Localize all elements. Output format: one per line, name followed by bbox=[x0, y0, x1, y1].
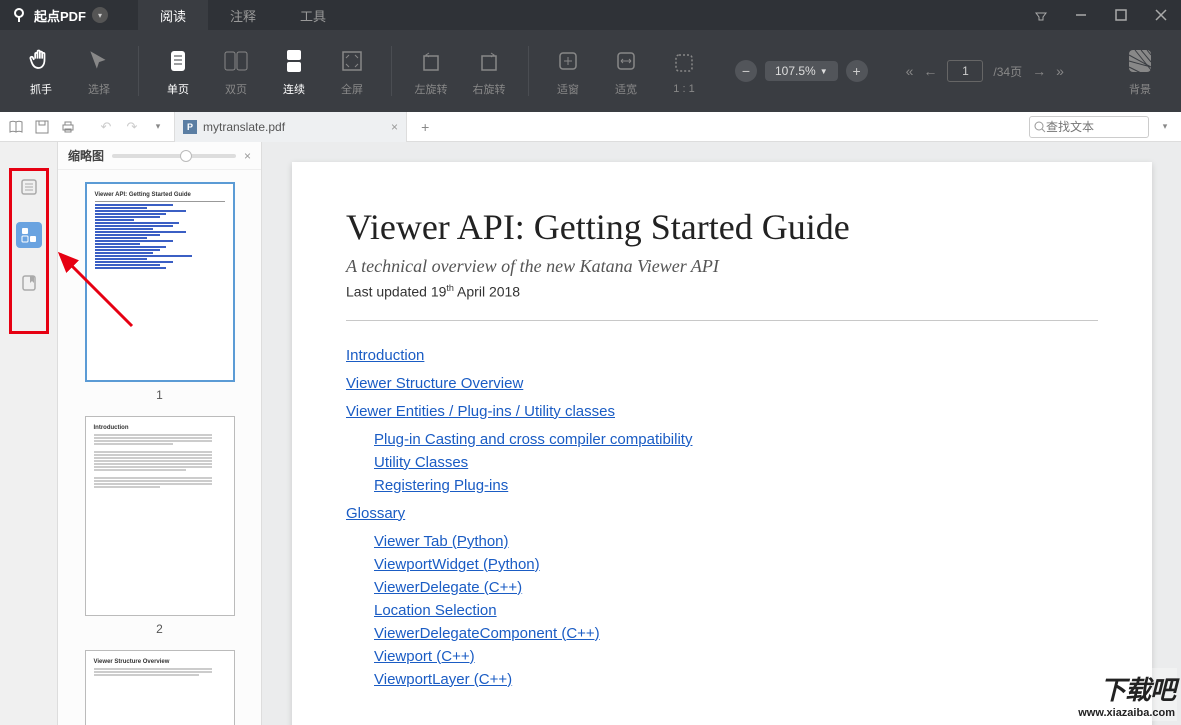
file-tab[interactable]: P mytranslate.pdf × bbox=[174, 112, 407, 142]
redo-icon[interactable]: ↷ bbox=[122, 117, 142, 137]
app-logo-icon bbox=[10, 6, 28, 24]
toc-link[interactable]: Viewport (C++) bbox=[374, 648, 475, 665]
fit-window-icon bbox=[552, 45, 584, 77]
one-to-one-button[interactable]: 1 : 1 bbox=[661, 45, 707, 97]
toc-link[interactable]: ViewportWidget (Python) bbox=[374, 556, 540, 573]
thumb-size-slider[interactable] bbox=[112, 154, 236, 158]
select-tool-button[interactable]: 选择 bbox=[76, 45, 122, 97]
app-dropdown-icon[interactable]: ▾ bbox=[92, 7, 108, 23]
menu-tabs: 阅读 注释 工具 bbox=[138, 0, 348, 30]
hand-tool-button[interactable]: 抓手 bbox=[18, 45, 64, 97]
minimize-icon[interactable] bbox=[1061, 0, 1101, 30]
toc-link[interactable]: Viewer Entities / Plug-ins / Utility cla… bbox=[346, 403, 615, 420]
double-page-icon bbox=[220, 45, 252, 77]
last-page-button[interactable]: » bbox=[1056, 63, 1064, 79]
thumbnail-item[interactable]: Viewer API: Getting Started Guide 1 bbox=[70, 182, 249, 402]
page-title: Viewer API: Getting Started Guide bbox=[346, 206, 1098, 248]
app-name: 起点PDF bbox=[34, 6, 86, 25]
hand-icon bbox=[25, 45, 57, 77]
book-icon[interactable] bbox=[6, 117, 26, 137]
maximize-icon[interactable] bbox=[1101, 0, 1141, 30]
sidebar-strip bbox=[0, 142, 58, 725]
search-dropdown-icon[interactable]: ▾ bbox=[1155, 117, 1175, 137]
one-to-one-icon bbox=[668, 47, 700, 79]
prev-page-button[interactable]: ← bbox=[923, 63, 937, 79]
toc-link[interactable]: Viewer Structure Overview bbox=[346, 375, 523, 392]
fullscreen-icon bbox=[336, 45, 368, 77]
close-panel-icon[interactable]: × bbox=[244, 149, 251, 163]
search-input[interactable] bbox=[1046, 120, 1126, 134]
background-icon bbox=[1124, 45, 1156, 77]
toc-link[interactable]: Location Selection bbox=[374, 602, 497, 619]
table-of-contents: Introduction Viewer Structure Overview V… bbox=[346, 347, 1098, 689]
rotate-left-icon bbox=[415, 45, 447, 77]
menu-tab-annotate[interactable]: 注释 bbox=[208, 0, 278, 30]
pin-icon[interactable] bbox=[1021, 0, 1061, 30]
toc-link[interactable]: Glossary bbox=[346, 505, 405, 522]
search-box[interactable] bbox=[1029, 116, 1149, 138]
single-page-button[interactable]: 单页 bbox=[155, 45, 201, 97]
toc-link[interactable]: Utility Classes bbox=[374, 454, 468, 471]
page-total: /34页 bbox=[993, 63, 1022, 80]
zoom-control: − 107.5%▼ + bbox=[735, 60, 868, 82]
thumbnail-list[interactable]: Viewer API: Getting Started Guide 1 Intr… bbox=[58, 170, 261, 725]
fit-width-button[interactable]: 适宽 bbox=[603, 45, 649, 97]
toc-link[interactable]: ViewerDelegateComponent (C++) bbox=[374, 625, 600, 642]
new-tab-button[interactable]: + bbox=[413, 119, 437, 135]
print-icon[interactable] bbox=[58, 117, 78, 137]
search-icon bbox=[1034, 121, 1046, 133]
watermark: 下载吧 www.xiazaiba.com bbox=[1076, 668, 1177, 721]
first-page-button[interactable]: « bbox=[906, 63, 914, 79]
toc-link[interactable]: ViewportLayer (C++) bbox=[374, 671, 512, 688]
title-bar: 起点PDF ▾ 阅读 注释 工具 bbox=[0, 0, 1181, 30]
file-bar: ↶ ↷ ▾ P mytranslate.pdf × + ▾ bbox=[0, 112, 1181, 142]
toc-link[interactable]: Viewer Tab (Python) bbox=[374, 533, 509, 550]
toc-link[interactable]: ViewerDelegate (C++) bbox=[374, 579, 522, 596]
close-tab-icon[interactable]: × bbox=[391, 120, 398, 134]
background-button[interactable]: 背景 bbox=[1117, 45, 1163, 97]
close-icon[interactable] bbox=[1141, 0, 1181, 30]
cursor-icon bbox=[83, 45, 115, 77]
zoom-value[interactable]: 107.5%▼ bbox=[765, 61, 838, 81]
toc-link[interactable]: Introduction bbox=[346, 347, 424, 364]
zoom-out-button[interactable]: − bbox=[735, 60, 757, 82]
single-page-icon bbox=[162, 45, 194, 77]
rotate-left-button[interactable]: 左旋转 bbox=[408, 45, 454, 97]
fullscreen-button[interactable]: 全屏 bbox=[329, 45, 375, 97]
dropdown-icon[interactable]: ▾ bbox=[148, 117, 168, 137]
zoom-in-button[interactable]: + bbox=[846, 60, 868, 82]
save-icon[interactable] bbox=[32, 117, 52, 137]
menu-tab-read[interactable]: 阅读 bbox=[138, 0, 208, 30]
continuous-icon bbox=[278, 45, 310, 77]
annotation-highlight bbox=[9, 168, 49, 334]
rotate-right-icon bbox=[473, 45, 505, 77]
rotate-right-button[interactable]: 右旋转 bbox=[466, 45, 512, 97]
page-subtitle: A technical overview of the new Katana V… bbox=[346, 256, 1098, 277]
toc-link[interactable]: Plug-in Casting and cross compiler compa… bbox=[374, 431, 692, 448]
fit-width-icon bbox=[610, 45, 642, 77]
thumb-panel-title: 缩略图 bbox=[68, 147, 104, 164]
file-name: mytranslate.pdf bbox=[203, 120, 285, 134]
double-page-button[interactable]: 双页 bbox=[213, 45, 259, 97]
next-page-button[interactable]: → bbox=[1032, 63, 1046, 79]
document-area[interactable]: Viewer API: Getting Started Guide A tech… bbox=[262, 142, 1181, 725]
page-nav: « ← /34页 → » bbox=[906, 60, 1064, 82]
main-toolbar: 抓手 选择 单页 双页 连续 全屏 左旋转 bbox=[0, 30, 1181, 112]
thumbnail-item[interactable]: Viewer Structure Overview bbox=[70, 650, 249, 725]
pdf-file-icon: P bbox=[183, 120, 197, 134]
undo-icon[interactable]: ↶ bbox=[96, 117, 116, 137]
toc-link[interactable]: Registering Plug-ins bbox=[374, 477, 508, 494]
last-updated: Last updated 19th April 2018 bbox=[346, 283, 1098, 302]
thumbnail-item[interactable]: Introduction 2 bbox=[70, 416, 249, 636]
main-area: 缩略图 × Viewer API: Getting Started Guide bbox=[0, 142, 1181, 725]
fit-window-button[interactable]: 适窗 bbox=[545, 45, 591, 97]
thumbnail-panel: 缩略图 × Viewer API: Getting Started Guide bbox=[58, 142, 262, 725]
page-input[interactable] bbox=[947, 60, 983, 82]
menu-tab-tools[interactable]: 工具 bbox=[278, 0, 348, 30]
continuous-button[interactable]: 连续 bbox=[271, 45, 317, 97]
document-page: Viewer API: Getting Started Guide A tech… bbox=[292, 162, 1152, 725]
